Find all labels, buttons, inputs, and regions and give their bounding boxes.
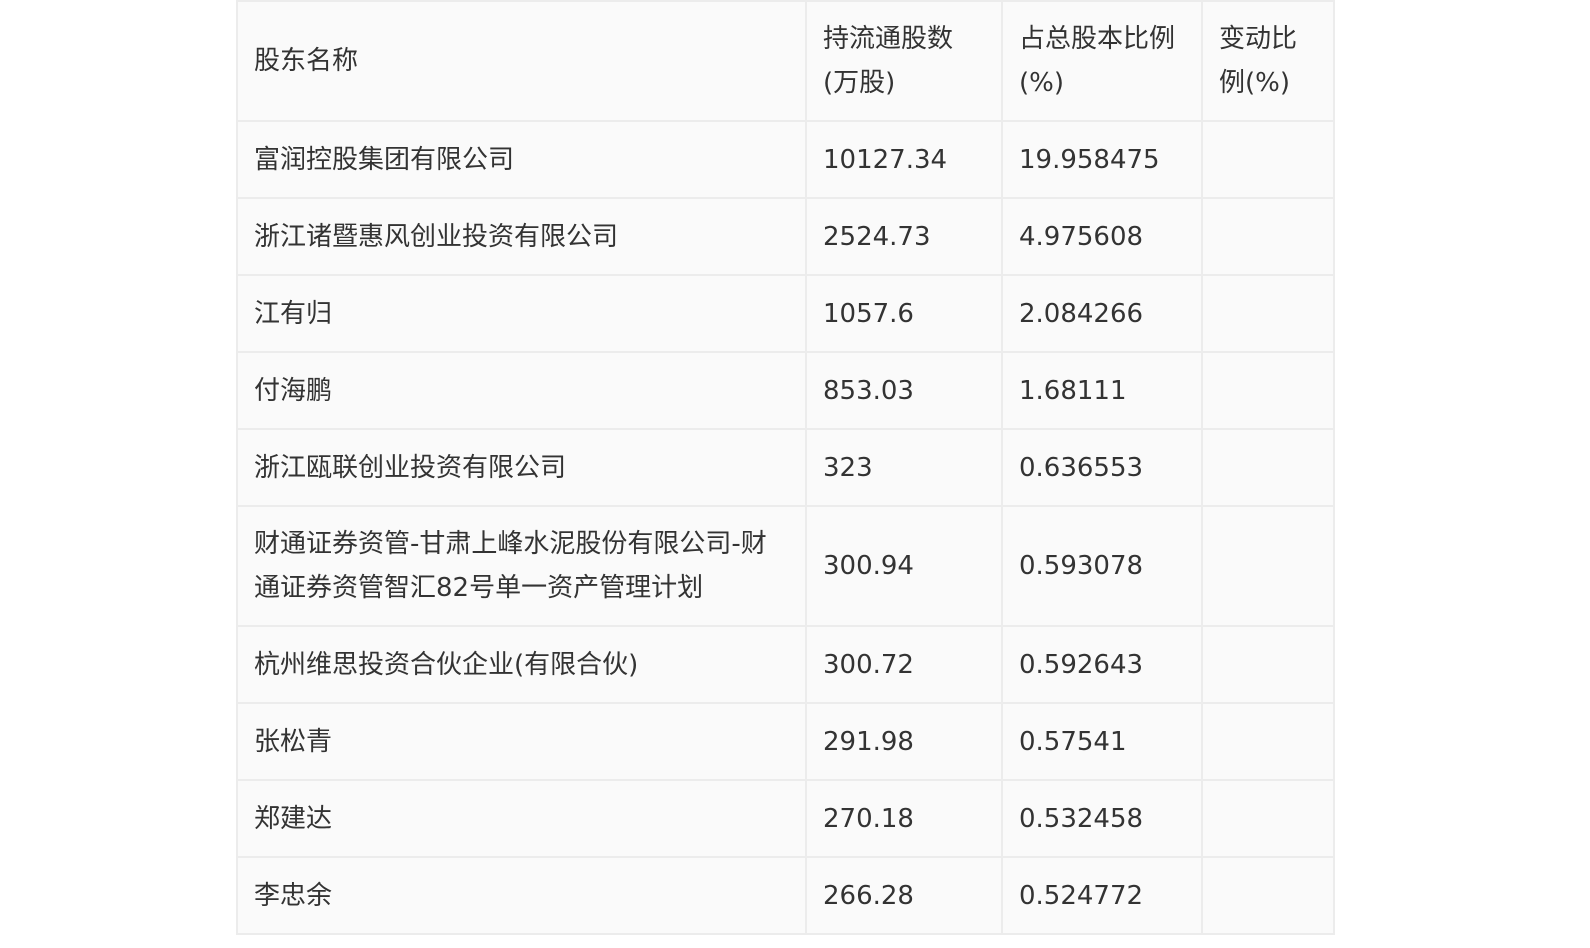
cell-share-ratio: 0.593078 <box>1001 505 1203 627</box>
cell-shareholder-name: 江有归 <box>236 274 807 353</box>
cell-shareholder-name: 富润控股集团有限公司 <box>236 120 807 199</box>
cell-circulating-shares: 853.03 <box>805 351 1003 430</box>
table-row: 财通证券资管-甘肃上峰水泥股份有限公司-财通证券资管智汇82号单一资产管理计划 … <box>236 505 1335 627</box>
cell-change-ratio <box>1201 274 1335 353</box>
cell-circulating-shares: 2524.73 <box>805 197 1003 276</box>
cell-shareholder-name: 财通证券资管-甘肃上峰水泥股份有限公司-财通证券资管智汇82号单一资产管理计划 <box>236 505 807 627</box>
cell-change-ratio <box>1201 351 1335 430</box>
cell-circulating-shares: 266.28 <box>805 856 1003 935</box>
cell-share-ratio: 4.975608 <box>1001 197 1203 276</box>
cell-share-ratio: 19.958475 <box>1001 120 1203 199</box>
cell-change-ratio <box>1201 856 1335 935</box>
cell-circulating-shares: 300.94 <box>805 505 1003 627</box>
table-row: 郑建达 270.18 0.532458 <box>236 779 1335 858</box>
cell-shareholder-name: 浙江瓯联创业投资有限公司 <box>236 428 807 507</box>
cell-change-ratio <box>1201 120 1335 199</box>
cell-shareholder-name: 张松青 <box>236 702 807 781</box>
cell-circulating-shares: 291.98 <box>805 702 1003 781</box>
table-header-row: 股东名称 持流通股数(万股) 占总股本比例(%) 变动比例(%) <box>236 0 1335 122</box>
table-row: 张松青 291.98 0.57541 <box>236 702 1335 781</box>
cell-change-ratio <box>1201 428 1335 507</box>
cell-share-ratio: 2.084266 <box>1001 274 1203 353</box>
cell-circulating-shares: 1057.6 <box>805 274 1003 353</box>
cell-share-ratio: 0.636553 <box>1001 428 1203 507</box>
header-change-ratio: 变动比例(%) <box>1201 0 1335 122</box>
cell-shareholder-name: 杭州维思投资合伙企业(有限合伙) <box>236 625 807 704</box>
table-row: 李忠余 266.28 0.524772 <box>236 856 1335 935</box>
table-row: 浙江瓯联创业投资有限公司 323 0.636553 <box>236 428 1335 507</box>
shareholder-table: 股东名称 持流通股数(万股) 占总股本比例(%) 变动比例(%) 富润控股集团有… <box>236 0 1335 935</box>
table-row: 江有归 1057.6 2.084266 <box>236 274 1335 353</box>
table-row: 富润控股集团有限公司 10127.34 19.958475 <box>236 120 1335 199</box>
cell-share-ratio: 0.57541 <box>1001 702 1203 781</box>
cell-change-ratio <box>1201 505 1335 627</box>
cell-change-ratio <box>1201 625 1335 704</box>
shareholder-table-container: 股东名称 持流通股数(万股) 占总股本比例(%) 变动比例(%) 富润控股集团有… <box>236 0 1335 935</box>
table-row: 杭州维思投资合伙企业(有限合伙) 300.72 0.592643 <box>236 625 1335 704</box>
cell-shareholder-name: 郑建达 <box>236 779 807 858</box>
table-row: 付海鹏 853.03 1.68111 <box>236 351 1335 430</box>
cell-change-ratio <box>1201 702 1335 781</box>
header-shareholder-name: 股东名称 <box>236 0 807 122</box>
cell-shareholder-name: 付海鹏 <box>236 351 807 430</box>
cell-share-ratio: 0.524772 <box>1001 856 1203 935</box>
cell-shareholder-name: 浙江诸暨惠风创业投资有限公司 <box>236 197 807 276</box>
cell-share-ratio: 0.592643 <box>1001 625 1203 704</box>
cell-circulating-shares: 10127.34 <box>805 120 1003 199</box>
header-circulating-shares: 持流通股数(万股) <box>805 0 1003 122</box>
cell-change-ratio <box>1201 197 1335 276</box>
table-row: 浙江诸暨惠风创业投资有限公司 2524.73 4.975608 <box>236 197 1335 276</box>
cell-circulating-shares: 270.18 <box>805 779 1003 858</box>
cell-change-ratio <box>1201 779 1335 858</box>
cell-share-ratio: 0.532458 <box>1001 779 1203 858</box>
cell-circulating-shares: 323 <box>805 428 1003 507</box>
cell-shareholder-name: 李忠余 <box>236 856 807 935</box>
header-share-ratio: 占总股本比例(%) <box>1001 0 1203 122</box>
cell-share-ratio: 1.68111 <box>1001 351 1203 430</box>
cell-circulating-shares: 300.72 <box>805 625 1003 704</box>
